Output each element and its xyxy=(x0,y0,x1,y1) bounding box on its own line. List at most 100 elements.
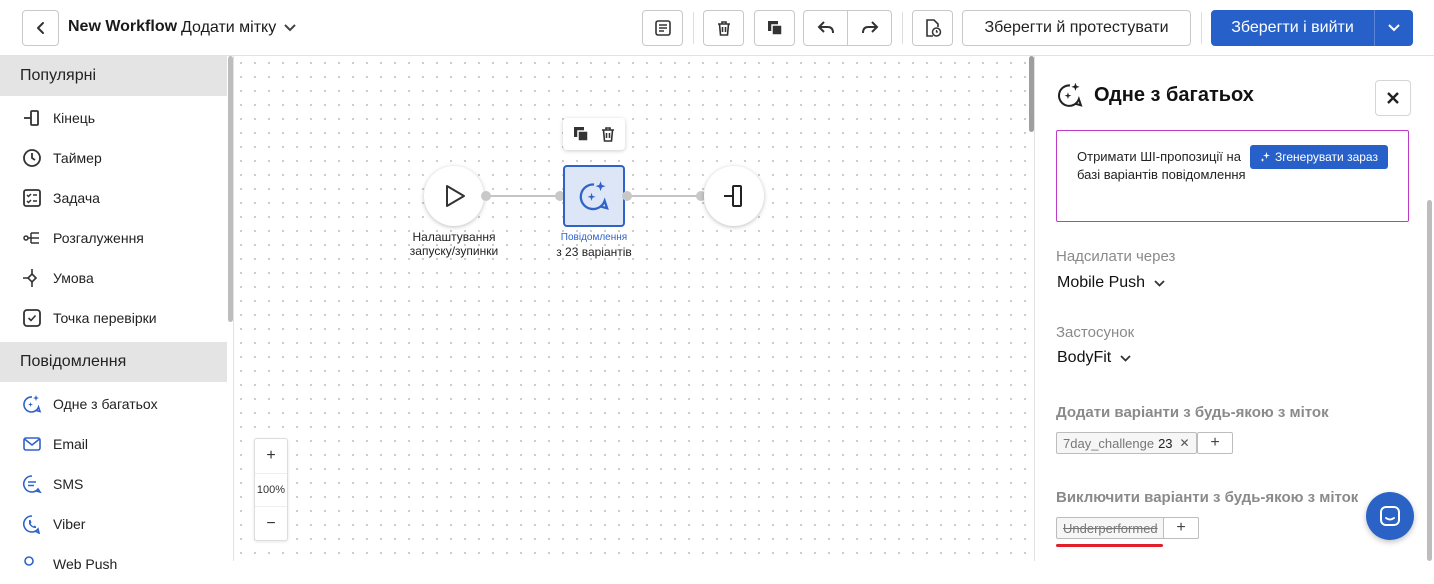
redo-icon xyxy=(860,20,880,36)
include-tag-count: 23 xyxy=(1158,435,1173,451)
add-include-tag-button[interactable]: + xyxy=(1197,432,1233,454)
output-port[interactable] xyxy=(622,191,632,201)
end-icon xyxy=(721,183,747,209)
close-panel-button[interactable] xyxy=(1375,80,1411,116)
palette-item-label: Viber xyxy=(53,516,86,532)
exclude-tags-label: Виключити варіанти з будь-якою з міток xyxy=(1056,489,1359,506)
palette-item-web-push[interactable]: Web Push xyxy=(0,544,227,584)
save-options-dropdown[interactable] xyxy=(1374,10,1413,46)
include-tag-name: 7day_challenge xyxy=(1063,435,1155,451)
note-icon xyxy=(654,19,672,37)
workflow-title[interactable]: New Workflow xyxy=(68,18,177,36)
start-node-label-line: Налаштування xyxy=(412,230,496,244)
exclude-tag-chip[interactable]: Underperformed xyxy=(1056,517,1165,539)
end-icon xyxy=(20,106,44,130)
add-exclude-tag-button[interactable]: + xyxy=(1163,517,1199,539)
message-node-selected[interactable] xyxy=(563,165,625,227)
include-tag-chip[interactable]: 7day_challenge 23 ✕ xyxy=(1056,432,1197,454)
chevron-down-icon xyxy=(284,24,296,32)
ai-suggestions-box: Отримати ШІ-пропозиції на базі варіантів… xyxy=(1056,130,1409,222)
palette-item-task[interactable]: Задача xyxy=(0,178,227,218)
checkpoint-icon xyxy=(20,306,44,330)
palette-item-label: Email xyxy=(53,436,89,452)
toolbar-divider xyxy=(902,12,903,44)
app-dropdown[interactable]: BodyFit xyxy=(1057,349,1131,367)
node-toolbar xyxy=(563,118,625,150)
workflow-canvas[interactable]: Налаштування запуску/зупинки Повідомленн… xyxy=(234,56,1034,561)
palette-item-branch[interactable]: Розгалуження xyxy=(0,218,227,258)
web-push-icon xyxy=(20,552,44,576)
message-node-variants-label: з 23 варіантів xyxy=(556,245,632,259)
chevron-down-icon xyxy=(1388,24,1400,32)
ai-message-icon xyxy=(576,178,612,214)
branch-icon xyxy=(20,226,44,250)
add-tag-dropdown[interactable]: Додати мітку xyxy=(181,17,296,39)
start-node[interactable] xyxy=(424,166,484,226)
ai-message-icon xyxy=(20,392,44,416)
notes-button[interactable] xyxy=(642,10,683,46)
send-via-dropdown[interactable]: Mobile Push xyxy=(1057,274,1165,292)
palette-item-checkpoint[interactable]: Точка перевірки xyxy=(0,298,227,338)
start-node-label-line: запуску/зупинки xyxy=(409,244,499,258)
node-palette-sidebar: Популярні Кінець Таймер Задача Розгалуже… xyxy=(0,56,234,572)
email-icon xyxy=(20,432,44,456)
history-button[interactable] xyxy=(912,10,953,46)
start-node-label: Налаштування запуску/зупинки xyxy=(394,230,514,258)
zoom-out-button[interactable]: − xyxy=(255,507,287,541)
palette-item-timer[interactable]: Таймер xyxy=(0,138,227,178)
app-label: Застосунок xyxy=(1056,324,1135,341)
palette-item-sms[interactable]: SMS xyxy=(0,464,227,504)
undo-icon xyxy=(816,20,836,36)
generate-now-button[interactable]: Згенерувати зараз xyxy=(1250,145,1388,169)
palette-item-viber[interactable]: Viber xyxy=(0,504,227,544)
ai-suggestions-text: Отримати ШІ-пропозиції на базі варіантів… xyxy=(1077,149,1246,182)
zoom-controls: + 100% − xyxy=(254,438,288,541)
panel-scrollbar[interactable] xyxy=(1427,200,1432,561)
output-port[interactable] xyxy=(481,191,491,201)
delete-button[interactable] xyxy=(703,10,744,46)
condition-icon xyxy=(20,266,44,290)
document-history-icon xyxy=(924,18,942,38)
connection-line xyxy=(627,195,702,197)
top-bar: New Workflow Додати мітку Зберегти й про… xyxy=(0,0,1434,56)
trash-icon[interactable] xyxy=(599,125,617,143)
viber-icon xyxy=(20,512,44,536)
support-chat-button[interactable] xyxy=(1366,492,1414,540)
palette-item-condition[interactable]: Умова xyxy=(0,258,227,298)
palette-item-label: Задача xyxy=(53,190,100,206)
undo-button[interactable] xyxy=(803,10,848,46)
palette-item-label: Кінець xyxy=(53,110,96,126)
end-node[interactable] xyxy=(704,166,764,226)
panel-title: Одне з багатьох xyxy=(1094,84,1254,106)
palette-item-email[interactable]: Email xyxy=(0,424,227,464)
save-and-exit-button[interactable]: Зберегти і вийти xyxy=(1211,10,1374,46)
exclude-tag-name: Underperformed xyxy=(1063,520,1158,536)
close-icon xyxy=(1386,91,1400,105)
section-header-popular[interactable]: Популярні xyxy=(0,56,227,96)
copy-icon[interactable] xyxy=(572,125,590,143)
app-value: BodyFit xyxy=(1057,349,1112,366)
chevron-left-icon xyxy=(34,21,48,35)
back-button[interactable] xyxy=(22,10,59,46)
toolbar-divider xyxy=(1201,12,1202,44)
copy-button[interactable] xyxy=(754,10,795,46)
save-and-exit-split-button: Зберегти і вийти xyxy=(1211,10,1413,46)
palette-item-end[interactable]: Кінець xyxy=(0,98,227,138)
zoom-in-button[interactable]: + xyxy=(255,439,287,473)
sidebar-scrollbar[interactable] xyxy=(228,56,233,322)
sms-icon xyxy=(20,472,44,496)
palette-item-one-of-many[interactable]: Одне з багатьох xyxy=(0,384,227,424)
copy-icon xyxy=(766,19,784,37)
chat-icon xyxy=(1378,504,1402,528)
task-icon xyxy=(20,186,44,210)
trash-icon xyxy=(715,19,733,37)
chevron-down-icon xyxy=(1120,354,1131,362)
save-and-test-button[interactable]: Зберегти й протестувати xyxy=(962,10,1191,46)
remove-tag-icon[interactable]: ✕ xyxy=(1180,436,1190,450)
redo-button[interactable] xyxy=(847,10,892,46)
ai-message-icon xyxy=(1055,80,1085,110)
sparkle-icon xyxy=(1260,151,1271,163)
section-header-messages[interactable]: Повідомлення xyxy=(0,342,227,382)
palette-item-label: Web Push xyxy=(53,556,118,572)
palette-item-label: Одне з багатьох xyxy=(53,396,158,412)
